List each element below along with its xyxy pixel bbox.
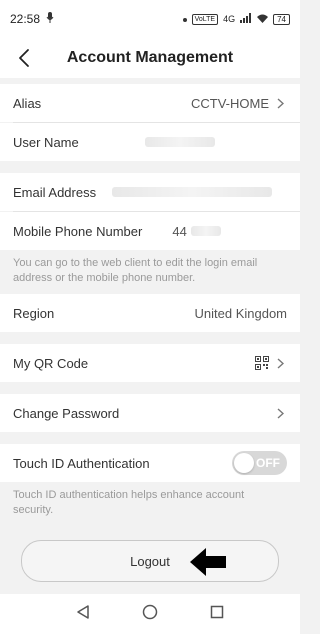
username-redacted [144, 137, 215, 147]
chevron-right-icon [277, 357, 287, 369]
alias-label: Alias [13, 95, 42, 111]
touch-id-row: Touch ID Authentication OFF [0, 444, 300, 482]
logout-area: Logout [0, 540, 300, 582]
qr-code-label: My QR Code [13, 355, 89, 371]
wifi-icon [257, 14, 269, 25]
change-password-row[interactable]: Change Password [0, 394, 300, 432]
microphone-icon [46, 12, 54, 26]
network-type: 4G [223, 14, 236, 24]
email-redacted [112, 187, 273, 197]
touch-id-toggle[interactable]: OFF [232, 451, 287, 475]
header: Account Management [0, 38, 300, 78]
qr-code-icon [255, 356, 269, 370]
qr-code-row[interactable]: My QR Code [0, 344, 300, 382]
mobile-redacted [190, 226, 221, 236]
contact-edit-note: You can go to the web client to edit the… [0, 250, 300, 294]
chevron-right-icon [277, 97, 287, 109]
mobile-label: Mobile Phone Number [13, 223, 143, 239]
chevron-left-icon [19, 49, 29, 67]
page-title: Account Management [66, 49, 234, 66]
nav-back-icon[interactable] [76, 604, 90, 624]
region-label: Region [13, 305, 55, 321]
touch-id-label: Touch ID Authentication [13, 455, 150, 471]
logout-label: Logout [130, 553, 170, 569]
email-label: Email Address [13, 184, 97, 200]
alias-value: CCTV-HOME [191, 95, 269, 111]
username-label: User Name [13, 134, 79, 150]
mobile-value: 44 [172, 223, 187, 239]
touch-id-note: Touch ID authentication helps enhance ac… [0, 482, 300, 526]
change-password-label: Change Password [13, 405, 120, 421]
region-value: United Kingdom [194, 305, 288, 321]
battery-icon: 74 [273, 13, 290, 25]
left-arrow-icon [188, 546, 228, 578]
status-time: 22:58 [10, 12, 41, 26]
system-nav-bar [0, 594, 300, 634]
email-row: Email Address [0, 173, 300, 211]
logout-button[interactable]: Logout [21, 540, 279, 582]
back-button[interactable] [12, 44, 36, 72]
alias-row[interactable]: Alias CCTV-HOME [0, 84, 300, 122]
status-bar: 22:58 VoLTE 4G 74 [0, 0, 300, 38]
mobile-row: Mobile Phone Number 44 [0, 212, 300, 250]
chevron-right-icon [277, 407, 287, 419]
toggle-state-label: OFF [256, 456, 280, 470]
username-row: User Name [0, 123, 300, 161]
dot-icon [182, 14, 187, 24]
volte-badge: VoLTE [191, 13, 219, 25]
region-row: Region United Kingdom [0, 294, 300, 332]
toggle-knob [234, 453, 254, 473]
nav-recents-icon[interactable] [210, 605, 224, 624]
nav-home-icon[interactable] [142, 604, 158, 625]
signal-icon [240, 13, 252, 25]
